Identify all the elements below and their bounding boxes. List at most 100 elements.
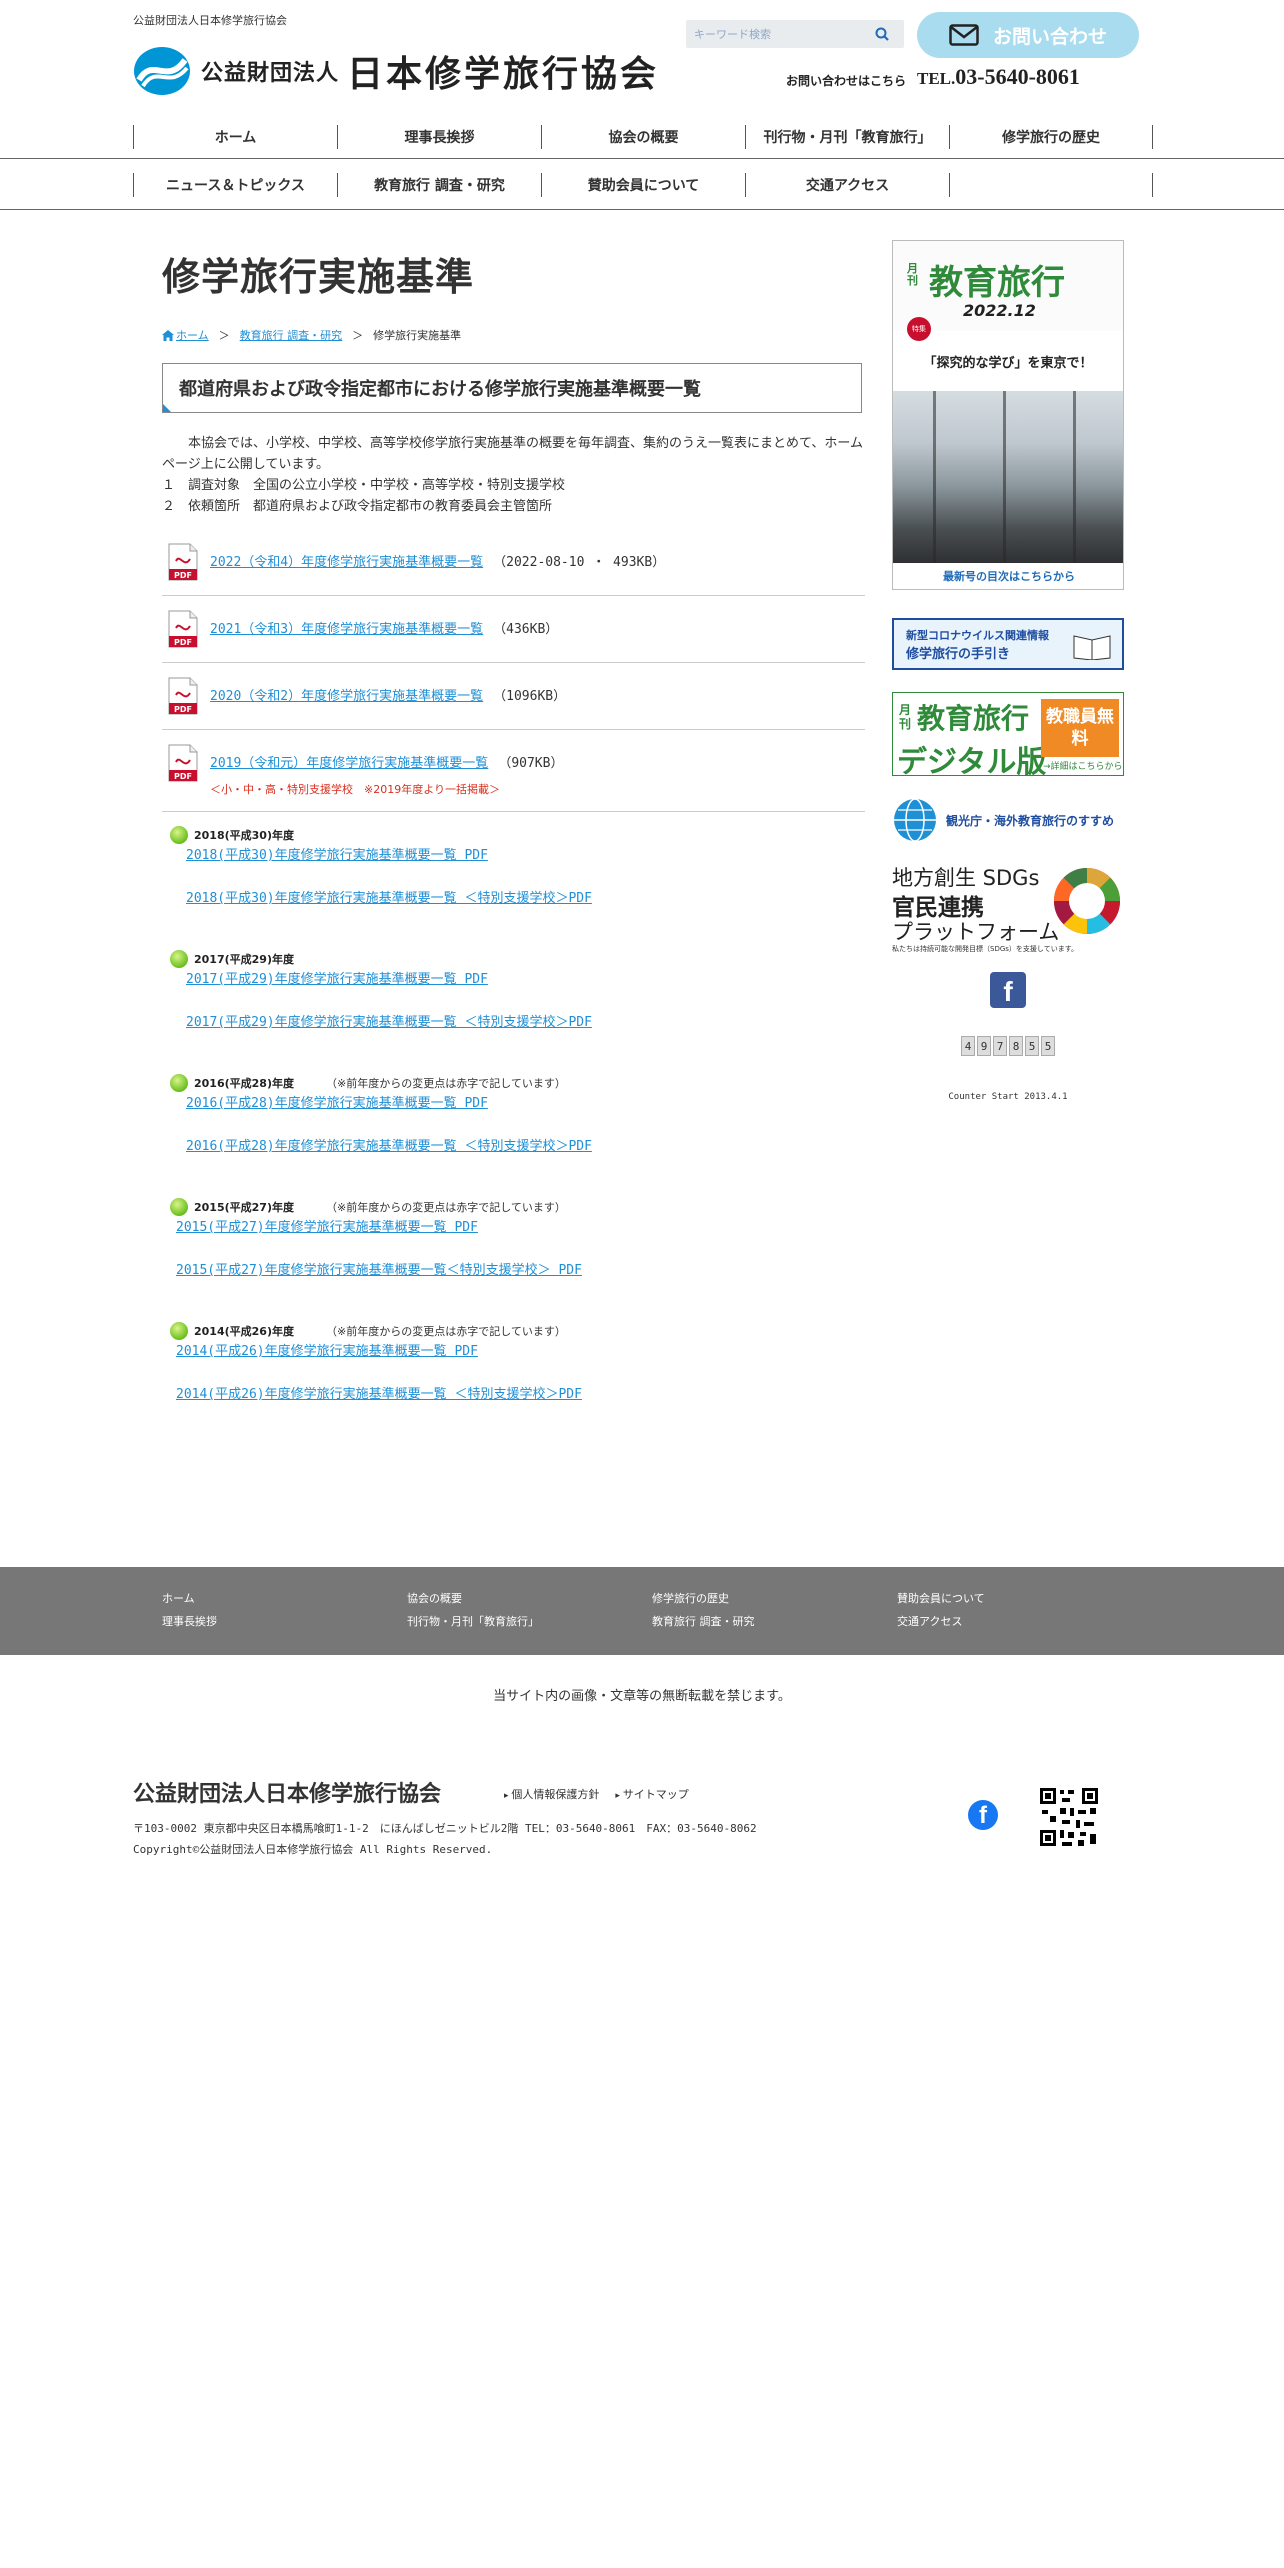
bullet-dot-icon <box>170 1074 188 1092</box>
logo-mark-icon <box>134 47 190 95</box>
visitor-counter: 4 9 7 8 5 5 <box>892 1036 1124 1056</box>
nav-item-home[interactable]: ホーム <box>133 124 337 149</box>
contact-button[interactable]: お問い合わせ <box>917 12 1139 58</box>
year-special-pdf-link[interactable]: 2018(平成30)年度修学旅行実施基準概要一覧 ＜特別支援学校＞PDF <box>186 887 865 906</box>
covid-guide-banner[interactable]: 新型コロナウイルス関連情報 修学旅行の手引き <box>892 618 1124 670</box>
footer-link-about[interactable]: 協会の概要 <box>407 1587 652 1610</box>
pdf-icon[interactable]: PDF <box>166 677 200 715</box>
footer-address: 〒103-0002 東京都中央区日本橋馬喰町1-1-2 にほんばしゼニットビル2… <box>133 1822 757 1835</box>
pdf-link-2021[interactable]: 2021（令和3）年度修学旅行実施基準概要一覧 <box>210 622 483 637</box>
page-title: 修学旅行実施基準 <box>162 255 475 299</box>
logo-text-small: 公益財団法人 <box>201 61 340 86</box>
contact-note: お問い合わせはこちら <box>786 74 907 88</box>
covid-banner-line1: 新型コロナウイルス関連情報 <box>906 628 1049 642</box>
pdf-link-2022[interactable]: 2022（令和4）年度修学旅行実施基準概要一覧 <box>210 555 483 570</box>
pdf-link-2019[interactable]: 2019（令和元）年度修学旅行実施基準概要一覧 <box>210 756 488 771</box>
magazine-header: 月刊 教育旅行 2022.12 特集 <box>893 241 1123 341</box>
heading-corner-marker <box>163 404 171 412</box>
digital-getsu: 月刊 <box>899 703 912 731</box>
tel-digits: 03-5640-8061 <box>955 64 1080 89</box>
facebook-icon[interactable]: f <box>968 1800 998 1830</box>
copy-notice: 当サイト内の画像・文章等の無断転載を禁じます。 <box>493 1689 791 1704</box>
site-header: 公益財団法人日本修学旅行協会 公益財団法人 日本修学旅行協会 お問い合わせ お問… <box>0 0 1284 115</box>
photo-frame-beam <box>933 391 936 563</box>
digital-title: 教育旅行 <box>917 702 1030 735</box>
year-remark: （※前年度からの変更点は赤字で記しています） <box>325 1325 566 1338</box>
sitemap-link[interactable]: サイトマップ <box>615 1786 689 1802</box>
nav-item-history[interactable]: 修学旅行の歴史 <box>949 124 1153 149</box>
footer-link-home[interactable]: ホーム <box>162 1587 407 1610</box>
sdgs-subtext: 私たちは持続可能な開発目標（SDGs）を支援しています。 <box>892 945 1078 953</box>
counter-digit: 9 <box>977 1036 991 1056</box>
contact-button-label: お問い合わせ <box>992 25 1107 48</box>
year-pdf-link[interactable]: 2015(平成27)年度修学旅行実施基準概要一覧 PDF <box>176 1216 865 1235</box>
counter-digit: 8 <box>1009 1036 1023 1056</box>
year-heading: 2015(平成27)年度 <box>194 1201 294 1214</box>
year-block-2015: 2015(平成27)年度 （※前年度からの変更点は赤字で記しています） 2015(… <box>162 1198 865 1278</box>
search-box <box>686 20 904 48</box>
breadcrumb: ホーム ＞ 教育旅行 調査・研究 ＞ 修学旅行実施基準 <box>162 327 865 343</box>
nav-item-about[interactable]: 協会の概要 <box>541 124 745 149</box>
nav-item-members[interactable]: 賛助会員について <box>541 172 745 197</box>
year-pdf-link[interactable]: 2017(平成29)年度修学旅行実施基準概要一覧 PDF <box>186 968 865 987</box>
nav-item-greeting[interactable]: 理事長挨拶 <box>337 124 541 149</box>
tourism-banner[interactable]: 観光庁・海外教育旅行のすすめ <box>892 796 1124 844</box>
pdf-icon[interactable]: PDF <box>166 610 200 648</box>
digital-more-link: →詳細はこちらから <box>1043 762 1123 772</box>
footer-link-history[interactable]: 修学旅行の歴史 <box>652 1587 897 1610</box>
digital-free-badge: 教職員無料 <box>1041 699 1119 757</box>
privacy-policy-link[interactable]: 個人情報保護方針 <box>504 1786 599 1802</box>
year-block-2017: 2017(平成29)年度 2017(平成29)年度修学旅行実施基準概要一覧 PD… <box>162 950 865 1030</box>
year-pdf-link[interactable]: 2014(平成26)年度修学旅行実施基準概要一覧 PDF <box>176 1340 865 1359</box>
section-heading: 都道府県および政令指定都市における修学旅行実施基準概要一覧 <box>162 363 862 413</box>
pdf-link-2020[interactable]: 2020（令和2）年度修学旅行実施基準概要一覧 <box>210 689 483 704</box>
year-special-pdf-link[interactable]: 2015(平成27)年度修学旅行実施基準概要一覧＜特別支援学校＞ PDF <box>176 1259 865 1278</box>
footer-link-access[interactable]: 交通アクセス <box>897 1610 1142 1633</box>
covid-banner-line2: 修学旅行の手引き <box>906 646 1011 662</box>
year-special-pdf-link[interactable]: 2017(平成29)年度修学旅行実施基準概要一覧 ＜特別支援学校＞PDF <box>186 1011 865 1030</box>
magazine-title: 教育旅行 <box>929 263 1065 303</box>
pdf-icon[interactable]: PDF <box>166 543 200 581</box>
intro-text: 本協会では、小学校、中学校、高等学校修学旅行実施基準の概要を毎年調査、集約のうえ… <box>162 433 865 517</box>
year-special-pdf-link[interactable]: 2014(平成26)年度修学旅行実施基準概要一覧 ＜特別支援学校＞PDF <box>176 1383 865 1402</box>
year-heading: 2017(平成29)年度 <box>194 953 294 966</box>
nav-item-access[interactable]: 交通アクセス <box>745 172 949 197</box>
main-content: 修学旅行実施基準 ホーム ＞ 教育旅行 調査・研究 ＞ 修学旅行実施基準 都道府… <box>162 240 865 1402</box>
search-button[interactable] <box>866 20 898 48</box>
year-heading: 2016(平成28)年度 <box>194 1077 294 1090</box>
footer-link-members[interactable]: 賛助会員について <box>897 1587 1142 1610</box>
footer-link-research[interactable]: 教育旅行 調査・研究 <box>652 1610 897 1633</box>
pdf-icon[interactable]: PDF <box>166 744 200 782</box>
counter-digit: 5 <box>1025 1036 1039 1056</box>
magazine-cover-banner[interactable]: 月刊 教育旅行 2022.12 特集 「探究的な学び」を東京で！ 最新号の目次は… <box>892 240 1124 590</box>
magazine-badge: 特集 <box>907 317 931 341</box>
intro-paragraph: 本協会では、小学校、中学校、高等学校修学旅行実施基準の概要を毎年調査、集約のうえ… <box>162 436 863 472</box>
sdgs-banner[interactable]: 地方創生 SDGs 官民連携 プラットフォーム 私たちは持続可能な開発目標（SD… <box>892 862 1124 953</box>
year-pdf-link[interactable]: 2016(平成28)年度修学旅行実施基準概要一覧 PDF <box>186 1092 865 1111</box>
footer-col: 修学旅行の歴史 教育旅行 調査・研究 <box>652 1587 897 1633</box>
intro-target-line: １ 調査対象 全国の公立小学校・中学校・高等学校・特別支援学校 <box>162 478 566 493</box>
breadcrumb-current: 修学旅行実施基準 <box>373 329 462 342</box>
site-logo[interactable]: 公益財団法人 日本修学旅行協会 <box>133 44 659 98</box>
facebook-icon[interactable]: f <box>990 972 1026 1008</box>
counter-digit: 4 <box>961 1036 975 1056</box>
pdf-list-item: PDF 2021（令和3）年度修学旅行実施基準概要一覧 （436KB） <box>162 596 865 663</box>
qr-code-icon <box>1038 1786 1100 1848</box>
breadcrumb-parent-link[interactable]: 教育旅行 調査・研究 <box>240 327 343 343</box>
footer-col: ホーム 理事長挨拶 <box>162 1587 407 1633</box>
year-pdf-link[interactable]: 2018(平成30)年度修学旅行実施基準概要一覧 PDF <box>186 844 865 863</box>
search-input[interactable] <box>686 20 866 48</box>
breadcrumb-home-link[interactable]: ホーム <box>176 327 209 343</box>
bullet-dot-icon <box>170 826 188 844</box>
footer-link-greeting[interactable]: 理事長挨拶 <box>162 1610 407 1633</box>
footer-link-publications[interactable]: 刊行物・月刊「教育旅行」 <box>407 1610 652 1633</box>
book-icon <box>1073 635 1111 660</box>
footer-nav: ホーム 理事長挨拶 協会の概要 刊行物・月刊「教育旅行」 修学旅行の歴史 教育旅… <box>0 1567 1284 1655</box>
section-heading-text: 都道府県および政令指定都市における修学旅行実施基準概要一覧 <box>179 379 701 400</box>
digital-edition-banner[interactable]: 月刊 教育旅行 デジタル版 教職員無料 →詳細はこちらから <box>892 692 1124 780</box>
nav-item-research[interactable]: 教育旅行 調査・研究 <box>337 172 541 197</box>
nav-item-news[interactable]: ニュース＆トピックス <box>133 172 337 197</box>
year-special-pdf-link[interactable]: 2016(平成28)年度修学旅行実施基準概要一覧 ＜特別支援学校＞PDF <box>186 1135 865 1154</box>
nav-item-publications[interactable]: 刊行物・月刊「教育旅行」 <box>745 124 949 149</box>
tourism-banner-label: 観光庁・海外教育旅行のすすめ <box>946 813 1115 828</box>
